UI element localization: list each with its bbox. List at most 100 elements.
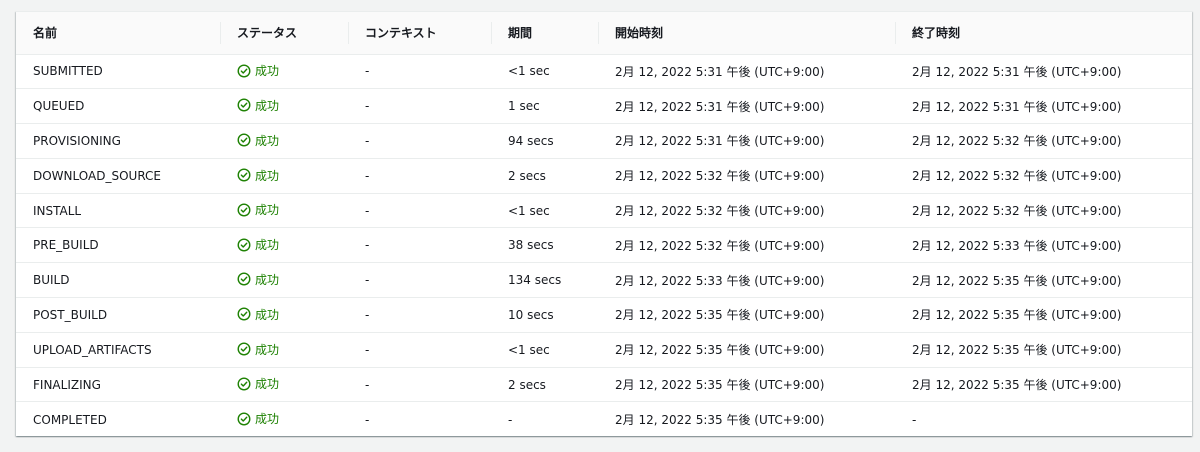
phase-name-cell: FINALIZING <box>16 367 220 402</box>
phase-status-cell: 成功 <box>220 54 348 89</box>
phase-context: - <box>365 412 370 427</box>
status-text: 成功 <box>255 64 280 79</box>
phase-name: SUBMITTED <box>33 64 103 79</box>
phase-duration-cell: <1 sec <box>491 332 598 367</box>
phase-context-cell: - <box>348 193 491 228</box>
status-text: 成功 <box>255 238 280 253</box>
phase-end-cell: 2月 12, 2022 5:35 午後 (UTC+9:00) <box>895 332 1192 367</box>
status-indicator: 成功 <box>237 375 279 392</box>
phase-name: DOWNLOAD_SOURCE <box>33 168 162 183</box>
phase-duration: 134 secs <box>508 273 562 288</box>
table-row: SUBMITTED 成功 - <1 sec 2月 12, 2022 5:31 午… <box>16 54 1192 89</box>
phase-end-time: 2月 12, 2022 5:31 午後 (UTC+9:00) <box>912 99 1122 114</box>
phase-duration-cell: - <box>491 402 598 437</box>
table-row: BUILD 成功 - 134 secs 2月 12, 2022 5:33 午後 … <box>16 263 1192 298</box>
phase-start-cell: 2月 12, 2022 5:31 午後 (UTC+9:00) <box>598 89 895 124</box>
status-text: 成功 <box>255 272 280 287</box>
phase-duration-cell: <1 sec <box>491 193 598 228</box>
status-text: 成功 <box>255 342 280 357</box>
phase-start-time: 2月 12, 2022 5:32 午後 (UTC+9:00) <box>615 169 825 184</box>
table-row: POST_BUILD 成功 - 10 secs 2月 12, 2022 5:35… <box>16 298 1192 333</box>
phase-end-time: - <box>912 412 917 427</box>
build-phases-panel: 名前 ステータス コンテキスト 期間 開始時刻 終了時刻 SUBMITTED 成… <box>16 11 1192 436</box>
phase-context-cell: - <box>348 54 491 89</box>
table-row: UPLOAD_ARTIFACTS 成功 - <1 sec 2月 12, 2022… <box>16 332 1192 368</box>
header-name: 名前 <box>16 12 220 54</box>
phase-duration-cell: 10 secs <box>491 298 598 333</box>
phase-end-cell: 2月 12, 2022 5:35 午後 (UTC+9:00) <box>895 263 1192 298</box>
phase-name-cell: SUBMITTED <box>16 54 220 89</box>
header-duration-label: 期間 <box>508 26 533 41</box>
phase-duration: <1 sec <box>508 342 550 357</box>
phase-name: UPLOAD_ARTIFACTS <box>33 342 152 357</box>
header-context: コンテキスト <box>348 12 491 54</box>
check-circle-icon <box>237 307 251 321</box>
phase-status-cell: 成功 <box>220 89 348 124</box>
status-text: 成功 <box>255 307 280 322</box>
phase-start-cell: 2月 12, 2022 5:35 午後 (UTC+9:00) <box>598 298 895 333</box>
phase-name: PRE_BUILD <box>33 238 99 253</box>
header-context-label: コンテキスト <box>365 26 437 41</box>
status-indicator: 成功 <box>237 167 279 184</box>
phase-name-cell: DOWNLOAD_SOURCE <box>16 158 220 193</box>
phase-start-cell: 2月 12, 2022 5:32 午後 (UTC+9:00) <box>598 193 895 228</box>
phase-end-time: 2月 12, 2022 5:32 午後 (UTC+9:00) <box>912 169 1122 184</box>
phase-name: POST_BUILD <box>33 307 108 322</box>
phase-duration-cell: <1 sec <box>491 54 598 89</box>
status-text: 成功 <box>255 98 280 113</box>
phase-context-cell: - <box>348 124 491 159</box>
phase-end-cell: 2月 12, 2022 5:32 午後 (UTC+9:00) <box>895 158 1192 193</box>
header-end-time-label: 終了時刻 <box>912 26 961 41</box>
phase-duration-cell: 134 secs <box>491 263 598 298</box>
phase-status-cell: 成功 <box>220 402 348 437</box>
phase-name: FINALIZING <box>33 377 101 392</box>
phase-context: - <box>365 203 370 218</box>
phase-end-cell: 2月 12, 2022 5:31 午後 (UTC+9:00) <box>895 89 1192 124</box>
phase-start-time: 2月 12, 2022 5:31 午後 (UTC+9:00) <box>615 64 825 79</box>
check-circle-icon <box>237 377 251 391</box>
table-row: PRE_BUILD 成功 - 38 secs 2月 12, 2022 5:32 … <box>16 228 1192 263</box>
phase-name: BUILD <box>33 273 70 288</box>
phase-duration: 94 secs <box>508 133 554 148</box>
phase-context: - <box>365 133 370 148</box>
phase-end-time: 2月 12, 2022 5:35 午後 (UTC+9:00) <box>912 343 1122 358</box>
phase-start-time: 2月 12, 2022 5:35 午後 (UTC+9:00) <box>615 308 825 323</box>
phase-end-time: 2月 12, 2022 5:35 午後 (UTC+9:00) <box>912 378 1122 393</box>
phase-status-cell: 成功 <box>220 263 348 298</box>
phase-name-cell: PRE_BUILD <box>16 228 220 263</box>
status-indicator: 成功 <box>237 341 279 358</box>
phase-start-time: 2月 12, 2022 5:32 午後 (UTC+9:00) <box>615 238 825 253</box>
phase-status-cell: 成功 <box>220 193 348 228</box>
phase-status-cell: 成功 <box>220 332 348 367</box>
phase-context: - <box>365 273 370 288</box>
phase-context-cell: - <box>348 263 491 298</box>
phase-name-cell: PROVISIONING <box>16 124 220 159</box>
phase-start-cell: 2月 12, 2022 5:35 午後 (UTC+9:00) <box>598 332 895 367</box>
phase-duration-cell: 2 secs <box>491 158 598 193</box>
table-row: COMPLETED 成功 - - 2月 12, 2022 5:35 午後 (UT… <box>16 402 1192 437</box>
phase-end-cell: 2月 12, 2022 5:35 午後 (UTC+9:00) <box>895 298 1192 333</box>
phase-context-cell: - <box>348 89 491 124</box>
phase-context-cell: - <box>348 402 491 437</box>
phase-status-cell: 成功 <box>220 367 348 402</box>
phase-start-time: 2月 12, 2022 5:35 午後 (UTC+9:00) <box>615 413 825 428</box>
phase-duration-cell: 1 sec <box>491 89 598 124</box>
phase-name-cell: POST_BUILD <box>16 298 220 333</box>
status-indicator: 成功 <box>237 410 279 427</box>
phase-start-cell: 2月 12, 2022 5:35 午後 (UTC+9:00) <box>598 367 895 402</box>
status-indicator: 成功 <box>237 306 279 323</box>
phase-end-cell: 2月 12, 2022 5:31 午後 (UTC+9:00) <box>895 54 1192 89</box>
phase-name-cell: UPLOAD_ARTIFACTS <box>16 332 220 367</box>
phase-context: - <box>365 307 370 322</box>
phase-context: - <box>365 64 370 79</box>
phase-duration: <1 sec <box>508 64 550 79</box>
phase-name: INSTALL <box>33 203 82 218</box>
phase-name: QUEUED <box>33 99 85 114</box>
header-start-time-label: 開始時刻 <box>615 26 664 41</box>
phase-start-cell: 2月 12, 2022 5:32 午後 (UTC+9:00) <box>598 158 895 193</box>
phase-name: PROVISIONING <box>33 133 121 148</box>
phase-status-cell: 成功 <box>220 124 348 159</box>
check-circle-icon <box>237 342 251 356</box>
phase-context-cell: - <box>348 158 491 193</box>
phase-start-time: 2月 12, 2022 5:32 午後 (UTC+9:00) <box>615 204 825 219</box>
